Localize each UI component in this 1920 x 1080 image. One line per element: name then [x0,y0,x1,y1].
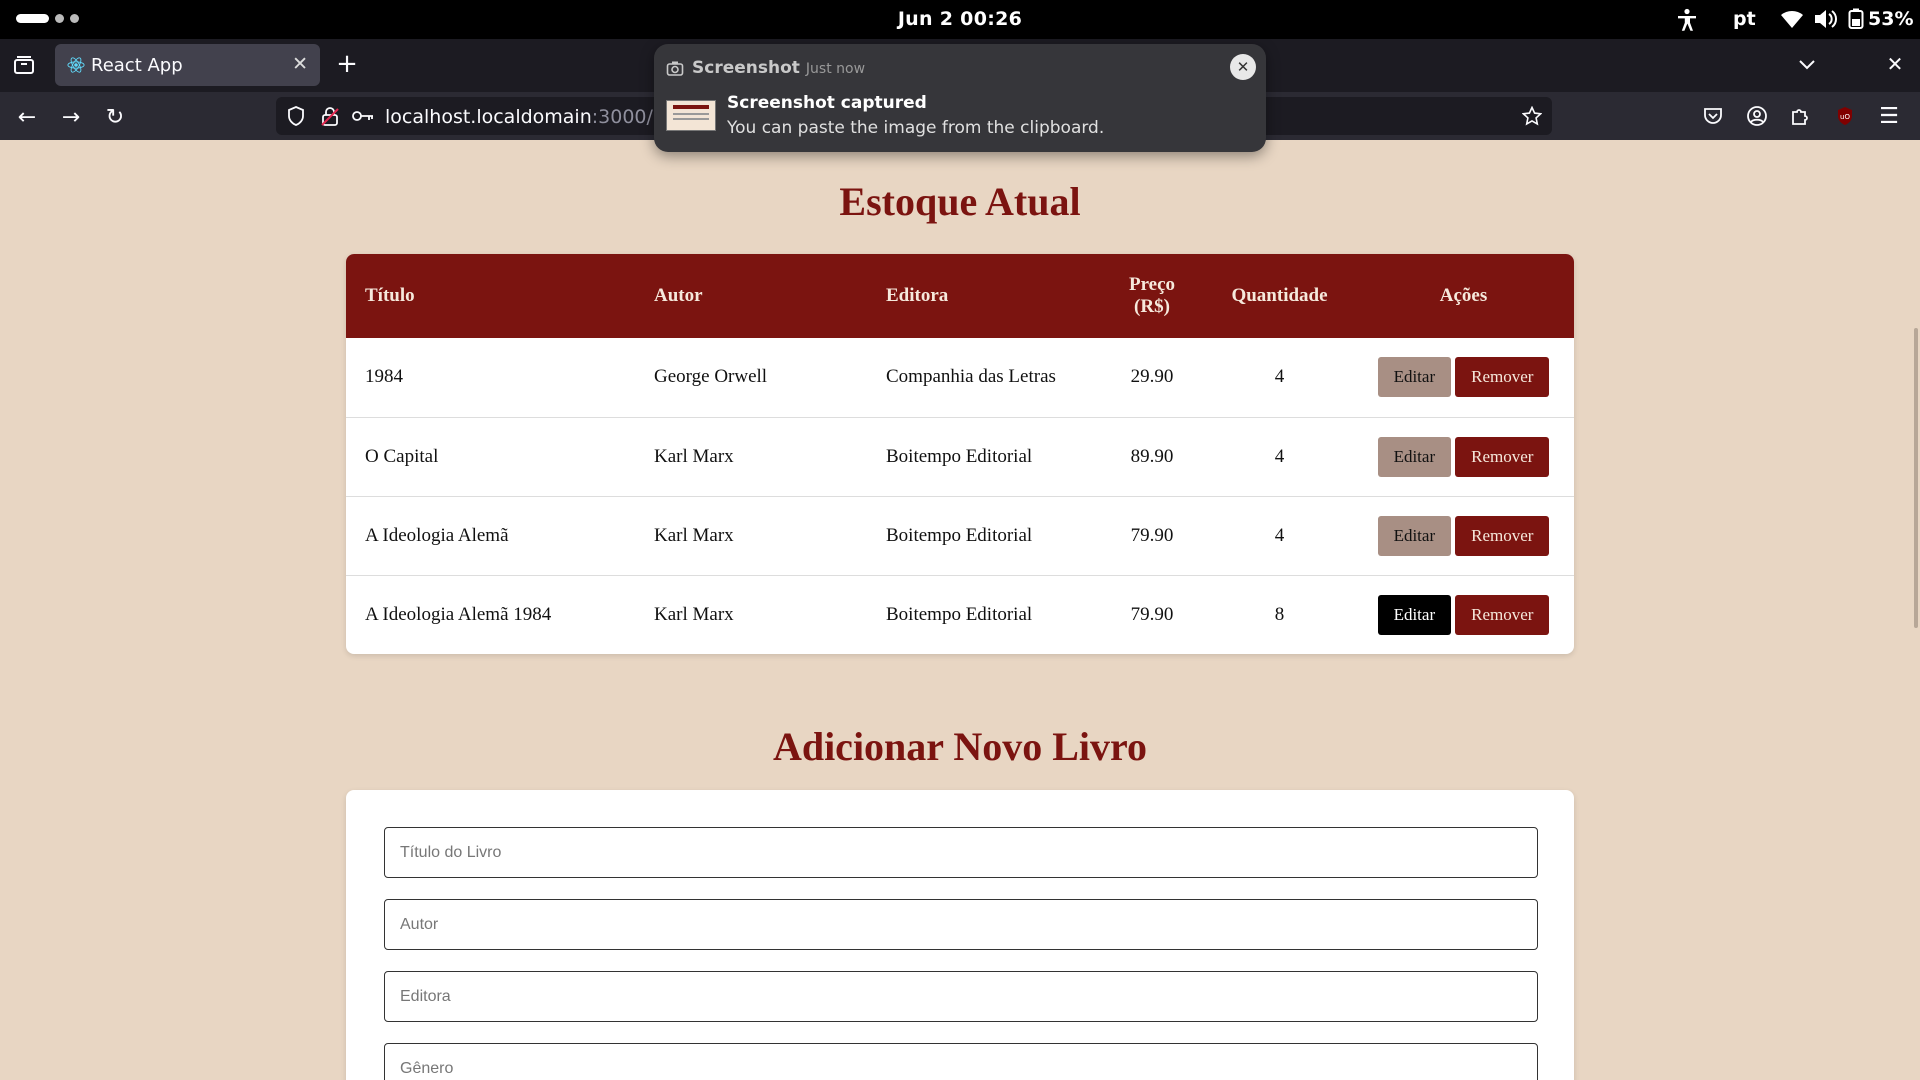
tab-title: React App [91,55,183,76]
hamburger-menu-icon[interactable]: ☰ [1876,103,1902,129]
column-header-preco: Preço (R$) [1128,274,1176,317]
screenshot-thumbnail [666,100,716,131]
cell-editora: Boitempo Editorial [886,603,1033,625]
remove-button[interactable]: Remover [1455,436,1550,477]
cell-quantidade: 4 [1274,524,1285,546]
cell-titulo: A Ideologia Alemã [365,524,509,546]
author-input[interactable] [384,899,1538,950]
notification-app-name: Screenshot Just now [692,58,865,78]
cell-preco: 79.90 [1130,603,1174,625]
cell-preco: 79.90 [1130,524,1174,546]
add-book-heading: Adicionar Novo Livro [772,724,1148,769]
keyboard-layout-indicator[interactable]: pt [1733,8,1756,30]
cell-quantidade: 8 [1274,603,1285,625]
notification-close-icon[interactable]: ✕ [1230,54,1256,80]
cell-preco: 89.90 [1130,445,1174,467]
column-header-quantidade: Quantidade [1231,285,1328,306]
thumbnail-line [673,118,709,120]
battery-percentage: 53% [1868,8,1914,30]
publisher-input[interactable] [384,971,1538,1022]
cell-editora: Companhia das Letras [886,366,1056,388]
bookmark-star-icon[interactable] [1520,104,1544,128]
column-header-editora: Editora [886,285,949,306]
url-text[interactable]: localhost.localdomain:3000/adm [385,106,695,128]
table-row: A Ideologia Alemã 1984 Karl Marx Boitemp… [346,575,1574,654]
back-arrow-icon[interactable]: ← [12,102,42,132]
table-row: O Capital Karl Marx Boitempo Editorial 8… [346,417,1574,496]
battery-icon[interactable] [1848,8,1864,35]
ublock-origin-icon[interactable]: uO [1832,103,1858,129]
system-top-bar: Jun 2 00:26 pt 53% [0,0,1920,39]
remove-button[interactable]: Remover [1455,357,1550,398]
genre-input[interactable] [384,1043,1538,1080]
pocket-icon[interactable] [1700,103,1726,129]
edit-button[interactable]: Editar [1377,515,1452,556]
remove-button[interactable]: Remover [1455,515,1550,556]
cell-titulo: A Ideologia Alemã 1984 [365,603,552,625]
shield-icon[interactable] [284,104,308,128]
column-header-autor: Autor [654,285,703,306]
browser-tab-active[interactable]: React App ✕ [55,44,320,86]
table-header-row: Título Autor Editora Preço (R$) Quantida… [346,254,1574,338]
book-title-input[interactable] [384,827,1538,878]
page-content: Estoque Atual Título Autor Editora Preço… [0,140,1920,1080]
reload-icon[interactable]: ↻ [100,102,130,132]
notification-body: You can paste the image from the clipboa… [727,118,1105,138]
cell-preco: 29.90 [1130,366,1174,388]
cell-titulo: O Capital [365,445,439,467]
cell-quantidade: 4 [1274,445,1285,467]
notification-time: Just now [805,61,866,77]
edit-button[interactable]: Editar [1377,357,1452,398]
inventory-table: Título Autor Editora Preço (R$) Quantida… [346,254,1574,654]
cell-editora: Boitempo Editorial [886,445,1033,467]
table-row: 1984 George Orwell Companhia das Letras … [346,338,1574,417]
url-host: localhost.localdomain [385,106,592,128]
notification-app-label: Screenshot [692,58,800,78]
cell-quantidade: 4 [1274,366,1285,388]
volume-icon[interactable] [1813,8,1837,35]
cell-acoes: Editar Remover [1353,496,1574,575]
inventory-heading: Estoque Atual [839,179,1081,224]
svg-text:uO: uO [1840,113,1850,121]
react-logo-icon [67,57,85,73]
column-header-acoes: Ações [1439,285,1488,306]
column-header-titulo: Título [365,285,415,306]
edit-button[interactable]: Editar [1377,436,1452,477]
table-row: A Ideologia Alemã Karl Marx Boitempo Edi… [346,496,1574,575]
page-scrollbar[interactable] [1914,328,1918,628]
cell-editora: Boitempo Editorial [886,524,1033,546]
inventory-table-card: Título Autor Editora Preço (R$) Quantida… [346,254,1574,654]
account-icon[interactable] [1744,103,1770,129]
cell-autor: Karl Marx [654,603,734,625]
cell-acoes: Editar Remover [1353,575,1574,654]
wifi-icon[interactable] [1780,8,1804,35]
cell-autor: Karl Marx [654,524,734,546]
new-tab-icon[interactable]: + [332,49,362,79]
thumbnail-line [673,113,709,115]
tab-close-icon[interactable]: ✕ [292,53,308,75]
list-all-tabs-chevron-icon[interactable] [1792,49,1822,79]
cell-titulo: 1984 [365,366,403,388]
thumbnail-header-bar [673,105,709,109]
screenshot-app-icon [666,61,684,76]
extensions-puzzle-icon[interactable] [1787,103,1813,129]
cell-autor: George Orwell [654,366,768,388]
key-icon[interactable] [350,104,376,128]
cell-acoes: Editar Remover [1353,417,1574,496]
system-clock[interactable]: Jun 2 00:26 [0,8,1920,30]
insecure-lock-icon[interactable] [318,104,342,128]
edit-button-hovered[interactable]: Editar [1377,594,1452,635]
notification-title: Screenshot captured [727,93,927,113]
remove-button[interactable]: Remover [1455,594,1550,635]
window-close-icon[interactable]: ✕ [1880,49,1910,79]
cell-autor: Karl Marx [654,445,734,467]
cell-acoes: Editar Remover [1353,338,1574,417]
tab-overview-icon[interactable] [10,51,38,79]
forward-arrow-icon[interactable]: → [56,102,86,132]
accessibility-icon[interactable] [1676,8,1698,37]
add-book-form-card [346,790,1574,1080]
screenshot-notification[interactable]: Screenshot Just now Screenshot captured Y… [654,44,1266,152]
